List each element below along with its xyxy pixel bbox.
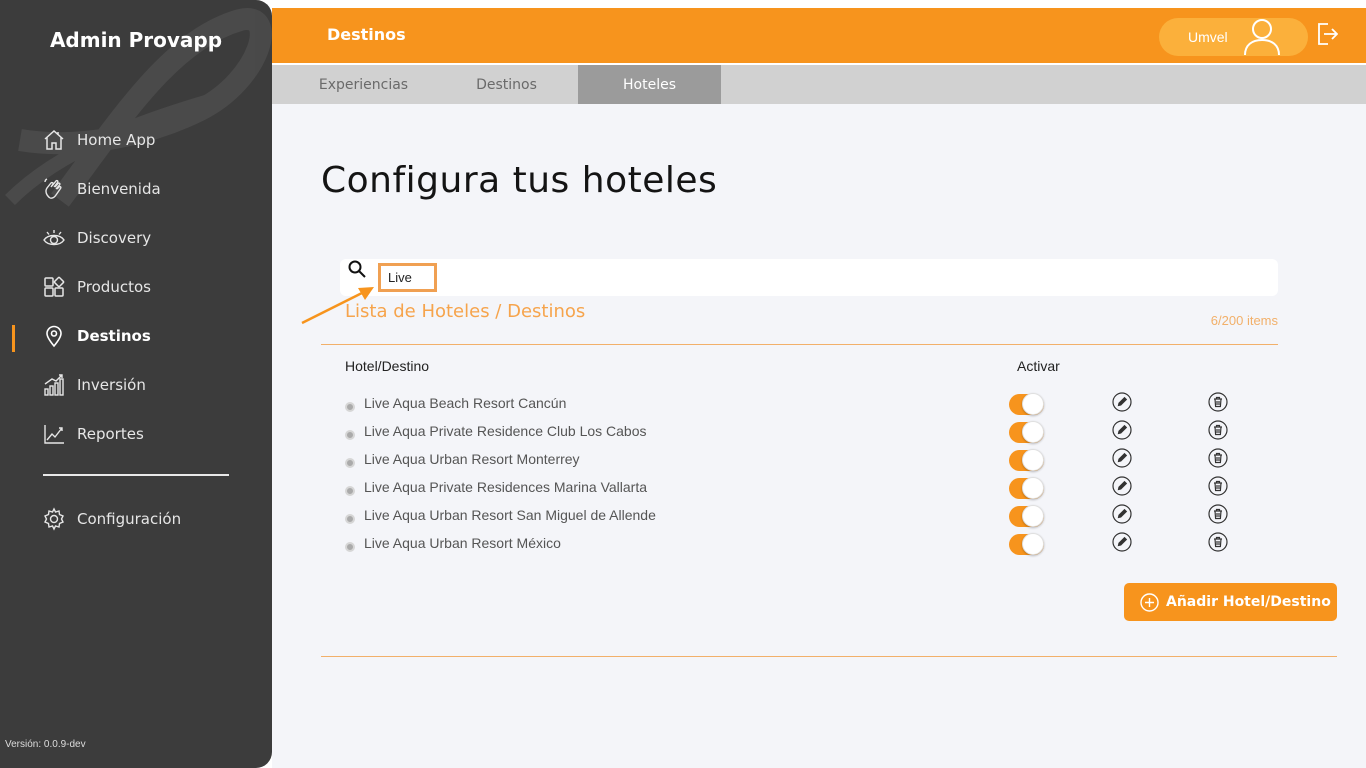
sidebar-item-inversion[interactable]: Inversión [42, 371, 146, 399]
sidebar-item-label: Discovery [77, 229, 152, 247]
add-hotel-label: Añadir Hotel/Destino [1166, 594, 1331, 610]
toggle-knob [1022, 533, 1044, 555]
sidebar-item-label: Bienvenida [77, 180, 161, 198]
toggle-knob [1022, 421, 1044, 443]
column-header-activate: Activar [1017, 358, 1060, 374]
toggle-knob [1022, 477, 1044, 499]
delete-trash-icon[interactable] [1208, 392, 1228, 412]
sidebar-item-bienvenida[interactable]: Bienvenida [42, 175, 161, 203]
header-divider [321, 344, 1278, 345]
sidebar-item-label: Productos [77, 278, 151, 296]
gear-icon [42, 507, 66, 531]
active-indicator [12, 325, 15, 352]
user-menu-button[interactable]: Umvel [1159, 18, 1308, 56]
hotel-name: Live Aqua Urban Resort San Miguel de All… [364, 507, 656, 523]
hotel-name: Live Aqua Urban Resort Monterrey [364, 451, 580, 467]
edit-pencil-icon[interactable] [1112, 476, 1132, 496]
activate-toggle[interactable] [1009, 533, 1044, 555]
edit-pencil-icon[interactable] [1112, 504, 1132, 524]
edit-pencil-icon[interactable] [1112, 392, 1132, 412]
plus-circle-icon [1140, 592, 1159, 612]
delete-trash-icon[interactable] [1208, 476, 1228, 496]
location-pin-icon [42, 324, 66, 348]
sidebar-item-destinos[interactable]: Destinos [42, 322, 151, 350]
user-name: Umvel [1188, 29, 1228, 45]
row-bullet [345, 542, 355, 552]
hotel-name: Live Aqua Beach Resort Cancún [364, 395, 567, 411]
add-hotel-button[interactable]: Añadir Hotel/Destino [1124, 583, 1337, 621]
delete-trash-icon[interactable] [1208, 448, 1228, 468]
delete-trash-icon[interactable] [1208, 504, 1228, 524]
sidebar-item-productos[interactable]: Productos [42, 273, 151, 301]
toggle-knob [1022, 449, 1044, 471]
waving-hand-icon [42, 177, 66, 201]
row-bullet [345, 458, 355, 468]
tab-destinos[interactable]: Destinos [435, 65, 578, 104]
search-icon[interactable] [347, 259, 367, 279]
toggle-knob [1022, 393, 1044, 415]
page-title: Configura tus hoteles [321, 160, 718, 201]
version-label: Versión: 0.0.9-dev [5, 739, 86, 750]
items-count: 6/200 items [1210, 313, 1278, 328]
tab-bar: Experiencias Destinos Hoteles [272, 65, 1366, 104]
grid-icon [42, 275, 66, 299]
sidebar: Admin Provapp Home App Bienvenida Discov… [0, 0, 272, 768]
logout-icon[interactable] [1316, 22, 1338, 46]
delete-trash-icon[interactable] [1208, 532, 1228, 552]
tab-experiencias[interactable]: Experiencias [292, 65, 435, 104]
bar-chart-icon [42, 373, 66, 397]
edit-pencil-icon[interactable] [1112, 448, 1132, 468]
sidebar-item-label: Configuración [77, 510, 182, 528]
sidebar-item-configuracion[interactable]: Configuración [42, 505, 181, 533]
search-bar [340, 259, 1278, 296]
activate-toggle[interactable] [1009, 477, 1044, 499]
app-brand: Admin Provapp [49, 28, 223, 52]
hotel-name: Live Aqua Urban Resort México [364, 535, 561, 551]
list-title: Lista de Hoteles / Destinos [345, 301, 586, 322]
edit-pencil-icon[interactable] [1112, 532, 1132, 552]
row-bullet [345, 486, 355, 496]
toggle-knob [1022, 505, 1044, 527]
eye-icon [42, 226, 66, 250]
delete-trash-icon[interactable] [1208, 420, 1228, 440]
footer-divider [321, 656, 1337, 657]
row-bullet [345, 402, 355, 412]
user-avatar-icon [1244, 19, 1280, 56]
activate-toggle[interactable] [1009, 449, 1044, 471]
home-icon [42, 128, 66, 152]
sidebar-divider [43, 474, 229, 476]
activate-toggle[interactable] [1009, 393, 1044, 415]
sidebar-item-label: Inversión [77, 376, 146, 394]
page-header-title: Destinos [327, 25, 406, 44]
activate-toggle[interactable] [1009, 421, 1044, 443]
sidebar-item-label: Home App [77, 131, 156, 149]
sidebar-item-label: Reportes [77, 425, 144, 443]
tab-hoteles[interactable]: Hoteles [578, 65, 721, 104]
hotel-name: Live Aqua Private Residence Club Los Cab… [364, 423, 647, 439]
edit-pencil-icon[interactable] [1112, 420, 1132, 440]
sidebar-item-discovery[interactable]: Discovery [42, 224, 151, 252]
sidebar-item-label: Destinos [77, 327, 151, 345]
header-bar: Destinos Umvel [272, 8, 1366, 63]
line-chart-icon [42, 422, 66, 446]
sidebar-item-home-app[interactable]: Home App [42, 126, 155, 154]
row-bullet [345, 430, 355, 440]
activate-toggle[interactable] [1009, 505, 1044, 527]
sidebar-item-reportes[interactable]: Reportes [42, 420, 144, 448]
row-bullet [345, 514, 355, 524]
hotel-name: Live Aqua Private Residences Marina Vall… [364, 479, 648, 495]
column-header-name: Hotel/Destino [345, 358, 430, 374]
search-input[interactable] [378, 263, 437, 292]
